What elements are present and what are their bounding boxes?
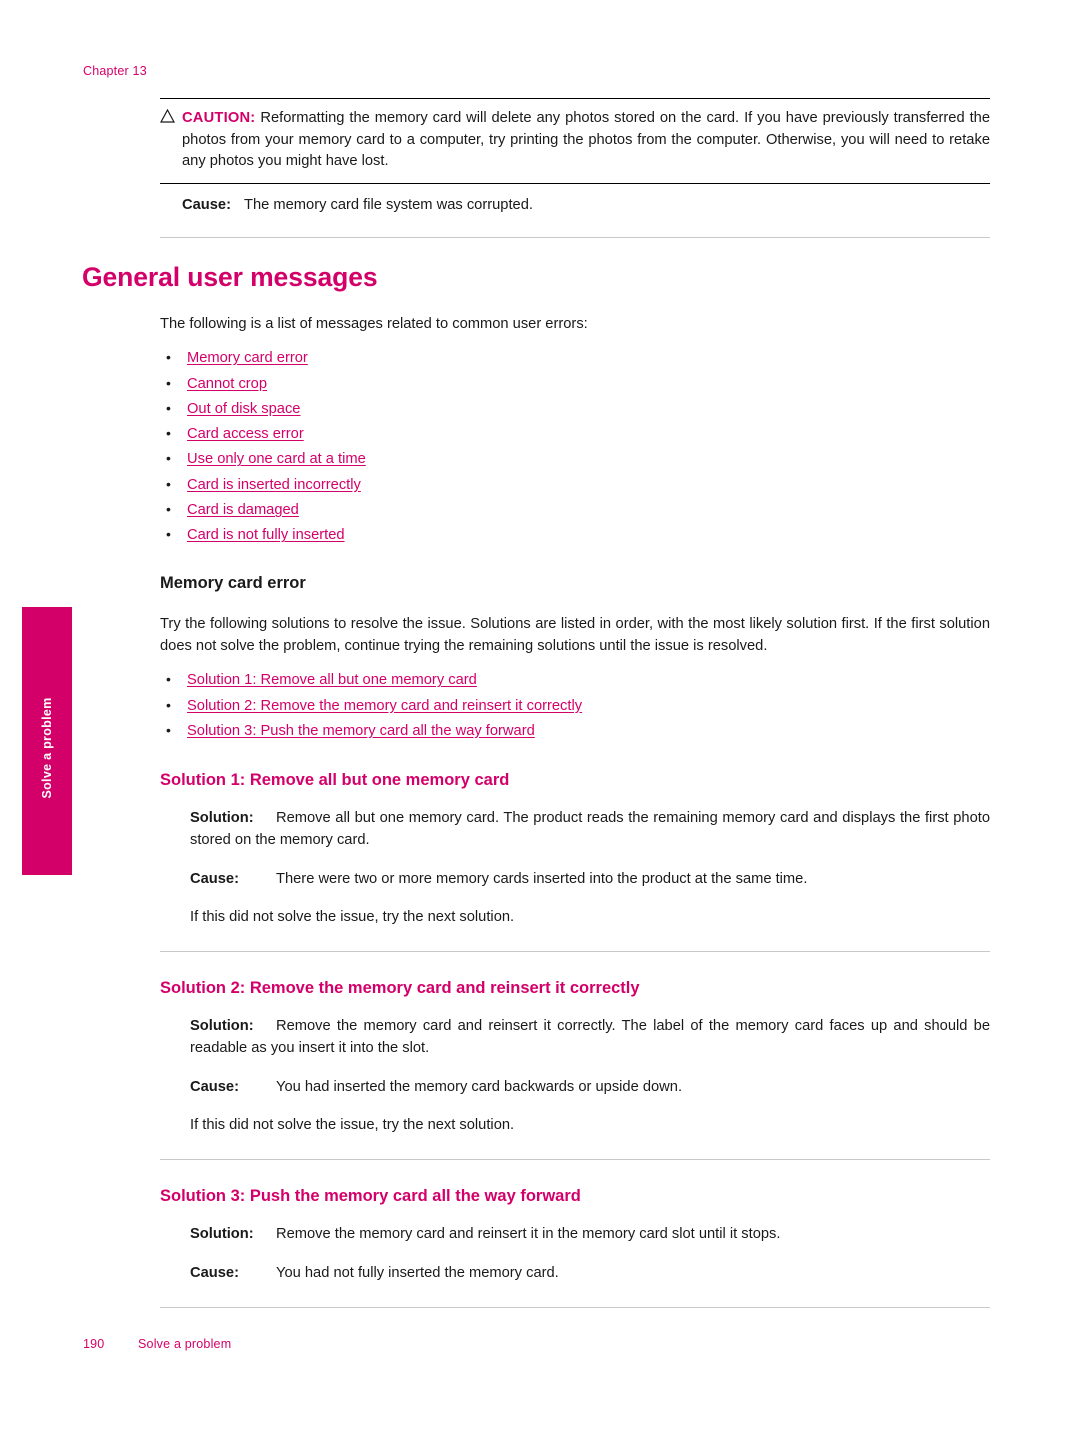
- caution-text-block: CAUTION: Reformatting the memory card wi…: [182, 108, 990, 173]
- section-title: General user messages: [82, 262, 378, 293]
- solution-3-solution: Solution: Remove the memory card and rein…: [190, 1223, 990, 1245]
- solution-2-solution: Solution: Remove the memory card and rein…: [190, 1015, 990, 1059]
- list-item[interactable]: Use only one card at a time: [160, 447, 990, 472]
- link-memory-card-error[interactable]: Memory card error: [187, 350, 308, 366]
- page-number: 190: [83, 1337, 105, 1351]
- list-item[interactable]: Card is inserted incorrectly: [160, 473, 990, 498]
- solution-text: Remove all but one memory card. The prod…: [190, 809, 990, 848]
- cause-text: The memory card file system was corrupte…: [244, 196, 533, 213]
- solution-label: Solution:: [190, 1017, 254, 1034]
- caution-label: CAUTION:: [182, 110, 256, 126]
- side-tab: Solve a problem: [22, 607, 72, 875]
- cause-label: Cause:: [190, 1265, 239, 1282]
- list-item[interactable]: Solution 1: Remove all but one memory ca…: [160, 668, 990, 693]
- link-card-access-error[interactable]: Card access error: [187, 426, 304, 442]
- solution-link-list: Solution 1: Remove all but one memory ca…: [160, 668, 990, 744]
- link-solution-1[interactable]: Solution 1: Remove all but one memory ca…: [187, 672, 477, 688]
- cause-line-initial: Cause: The memory card file system was co…: [160, 195, 990, 216]
- link-cannot-crop[interactable]: Cannot crop: [187, 376, 267, 392]
- document-page: Chapter 13 Solve a problem CAUTION: Refo…: [0, 0, 1080, 1437]
- solution-2-next: If this did not solve the issue, try the…: [190, 1117, 515, 1134]
- solution-2-heading: Solution 2: Remove the memory card and r…: [160, 978, 640, 997]
- cause-text: You had not fully inserted the memory ca…: [276, 1265, 559, 1282]
- divider: [160, 950, 990, 952]
- link-card-is-inserted-incorrectly[interactable]: Card is inserted incorrectly: [187, 477, 361, 493]
- cause-text: There were two or more memory cards inse…: [276, 870, 808, 887]
- caution-triangle-icon: [160, 108, 182, 123]
- divider: [160, 1159, 990, 1161]
- solution-2-cause: Cause: You had inserted the memory card b…: [190, 1076, 990, 1098]
- list-item[interactable]: Cannot crop: [160, 372, 990, 397]
- solution-3-cause: Cause: You had not fully inserted the mem…: [190, 1262, 990, 1284]
- list-item[interactable]: Card is not fully inserted: [160, 523, 990, 548]
- solution-label: Solution:: [190, 809, 254, 826]
- cause-label: Cause:: [190, 870, 239, 887]
- link-card-is-not-fully-inserted[interactable]: Card is not fully inserted: [187, 527, 345, 543]
- cause-label: Cause:: [182, 196, 231, 213]
- list-item[interactable]: Memory card error: [160, 346, 990, 371]
- solution-1-next: If this did not solve the issue, try the…: [190, 908, 515, 925]
- cause-text: You had inserted the memory card backwar…: [276, 1079, 683, 1095]
- list-item[interactable]: Card access error: [160, 422, 990, 447]
- list-item[interactable]: Solution 3: Push the memory card all the…: [160, 719, 990, 744]
- solution-text: Remove the memory card and reinsert it i…: [276, 1226, 781, 1243]
- list-item[interactable]: Card is damaged: [160, 498, 990, 523]
- side-tab-label: Solve a problem: [40, 697, 54, 799]
- link-out-of-disk-space[interactable]: Out of disk space: [187, 401, 300, 417]
- message-link-list: Memory card error Cannot crop Out of dis…: [160, 346, 990, 548]
- caution-text: Reformatting the memory card will delete…: [182, 110, 990, 170]
- divider: [160, 1307, 990, 1309]
- list-item[interactable]: Out of disk space: [160, 397, 990, 422]
- caution-box: CAUTION: Reformatting the memory card wi…: [160, 98, 990, 184]
- memory-card-error-heading: Memory card error: [160, 574, 306, 593]
- link-card-is-damaged[interactable]: Card is damaged: [187, 502, 299, 518]
- section-intro: The following is a list of messages rela…: [160, 316, 588, 333]
- link-solution-3[interactable]: Solution 3: Push the memory card all the…: [187, 723, 535, 739]
- solution-1-solution: Solution: Remove all but one memory card.…: [190, 807, 990, 851]
- chapter-label: Chapter 13: [83, 64, 147, 78]
- list-item[interactable]: Solution 2: Remove the memory card and r…: [160, 694, 990, 719]
- solution-1-heading: Solution 1: Remove all but one memory ca…: [160, 770, 510, 789]
- link-use-only-one-card-at-a-time[interactable]: Use only one card at a time: [187, 451, 366, 467]
- solution-label: Solution:: [190, 1226, 254, 1243]
- memory-card-error-intro: Try the following solutions to resolve t…: [160, 616, 990, 655]
- link-solution-2[interactable]: Solution 2: Remove the memory card and r…: [187, 698, 582, 714]
- footer-section-name: Solve a problem: [138, 1337, 232, 1351]
- content-column: CAUTION: Reformatting the memory card wi…: [82, 98, 990, 1309]
- page-footer: 190 Solve a problem: [83, 1337, 231, 1351]
- divider: [160, 237, 990, 239]
- solution-text: Remove the memory card and reinsert it c…: [190, 1017, 990, 1056]
- cause-label: Cause:: [190, 1079, 239, 1095]
- solution-1-cause: Cause: There were two or more memory card…: [190, 868, 990, 890]
- solution-3-heading: Solution 3: Push the memory card all the…: [160, 1187, 581, 1206]
